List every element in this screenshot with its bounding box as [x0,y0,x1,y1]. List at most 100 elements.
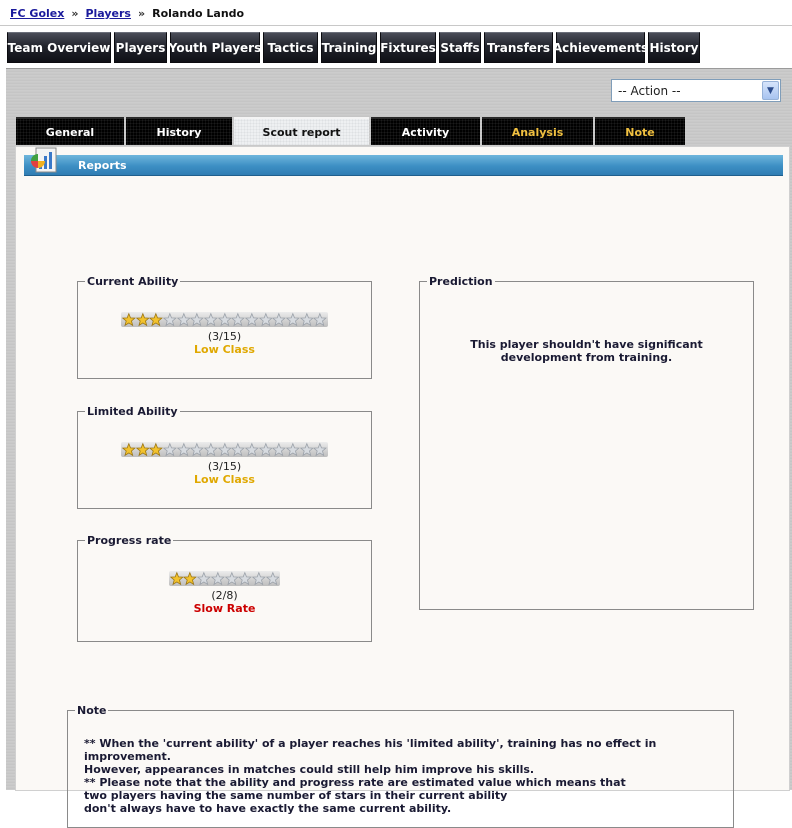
nav-players[interactable]: Players [114,32,167,63]
star-empty-icon [245,312,259,327]
action-select-value: -- Action -- [618,84,681,98]
prediction-text: This player shouldn't have significant d… [420,338,753,364]
star-empty-icon [313,442,328,457]
star-empty-icon [190,442,204,457]
star-empty-icon [258,442,273,457]
current-ability-box: Current Ability (3/15) Low Class [77,275,372,379]
main-nav: Team Overview Players Youth Players Tact… [7,32,703,63]
breadcrumb: FC Golex » Players » Rolando Lando [10,7,244,21]
note-line: don't always have to have exactly the sa… [84,802,452,815]
current-ability-count: (3/15) [207,330,242,343]
tab-bar: General History Scout report Activity An… [16,117,687,145]
prediction-line-2: development from training. [500,351,673,364]
prediction-title: Prediction [429,275,493,288]
star-filled-icon [183,571,198,586]
star-empty-icon [197,571,211,586]
prediction-line-1: This player shouldn't have significant [470,338,703,351]
star-empty-icon [162,442,177,457]
star-filled-icon [149,442,163,457]
nav-achievements[interactable]: Achievements [553,32,648,63]
main-panel: -- Action -- ▼ General History Scout rep… [6,68,792,828]
progress-rate-count: (2/8) [211,589,238,602]
tab-note[interactable]: Note [595,117,685,145]
star-empty-icon [272,442,287,457]
limited-ability-box: Limited Ability (3/15) Low Class [77,405,372,509]
star-filled-icon [135,442,150,457]
star-empty-icon [313,312,328,327]
nav-transfers[interactable]: Transfers [484,32,553,63]
nav-training[interactable]: Training [321,32,377,63]
limited-ability-count: (3/15) [207,460,242,473]
limited-ability-stars [78,442,371,457]
current-ability-class: Low Class [194,343,255,356]
progress-rate-stars [78,571,371,586]
star-empty-icon [258,312,273,327]
divider [0,25,792,26]
progress-rate-box: Progress rate (2/8) Slow Rate [77,534,372,642]
tab-activity[interactable]: Activity [371,117,480,145]
tab-analysis[interactable]: Analysis [482,117,593,145]
star-empty-icon [203,312,218,327]
note-title: Note [77,704,107,717]
nav-youth-players[interactable]: Youth Players [169,32,261,63]
nav-history[interactable]: History [648,32,700,63]
breadcrumb-players-link[interactable]: Players [85,7,131,20]
progress-rate-title: Progress rate [87,534,172,547]
star-empty-icon [176,312,191,327]
star-empty-icon [286,312,300,327]
action-select[interactable]: -- Action -- ▼ [611,79,781,102]
tab-general[interactable]: General [16,117,124,145]
breadcrumb-separator: » [137,7,146,20]
star-empty-icon [238,571,252,586]
nav-staffs[interactable]: Staffs [439,32,481,63]
note-line: two players having the same number of st… [84,789,508,802]
star-filled-icon [169,571,184,586]
nav-tactics[interactable]: Tactics [263,32,318,63]
reports-title: Reports [78,159,127,172]
star-empty-icon [162,312,177,327]
breadcrumb-club-link[interactable]: FC Golex [10,7,64,20]
note-paragraph-1: ** When the 'current ability' of a playe… [84,737,733,776]
star-rating-bar [168,571,281,586]
tab-scout-report[interactable]: Scout report [234,117,369,145]
star-empty-icon [251,571,266,586]
star-filled-icon [149,312,163,327]
star-filled-icon [121,312,136,327]
note-paragraph-2: ** Please note that the ability and prog… [84,776,626,815]
limited-ability-title: Limited Ability [87,405,178,418]
breadcrumb-current-player: Rolando Lando [152,7,245,20]
note-line: However, appearances in matches could st… [84,763,535,776]
progress-rate-class: Slow Rate [193,602,256,615]
star-empty-icon [210,571,225,586]
star-empty-icon [190,312,204,327]
star-filled-icon [121,442,136,457]
current-ability-stars [78,312,371,327]
scout-report-content: Reports Current Ability (3/15) Low Class… [15,146,790,828]
breadcrumb-separator: » [71,7,79,20]
star-empty-icon [217,442,232,457]
chevron-down-icon[interactable]: ▼ [762,81,779,100]
note-line: ** When the 'current ability' of a playe… [84,737,657,763]
prediction-box: Prediction This player shouldn't have si… [419,275,754,610]
reports-header: Reports [24,147,783,176]
star-empty-icon [224,571,239,586]
nav-fixtures[interactable]: Fixtures [380,32,436,63]
star-empty-icon [217,312,232,327]
limited-ability-class: Low Class [194,473,255,486]
note-line: ** Please note that the ability and prog… [84,776,626,789]
star-empty-icon [203,442,218,457]
note-box: Note ** When the 'current ability' of a … [67,704,734,828]
star-empty-icon [231,442,246,457]
star-empty-icon [286,442,300,457]
star-filled-icon [135,312,150,327]
nav-team-overview[interactable]: Team Overview [7,32,111,63]
star-rating-bar [120,442,329,457]
tab-history[interactable]: History [126,117,232,145]
star-empty-icon [272,312,287,327]
star-empty-icon [231,312,246,327]
star-empty-icon [299,442,314,457]
chart-report-icon [31,147,57,173]
star-empty-icon [299,312,314,327]
star-empty-icon [176,442,191,457]
star-empty-icon [265,571,280,586]
